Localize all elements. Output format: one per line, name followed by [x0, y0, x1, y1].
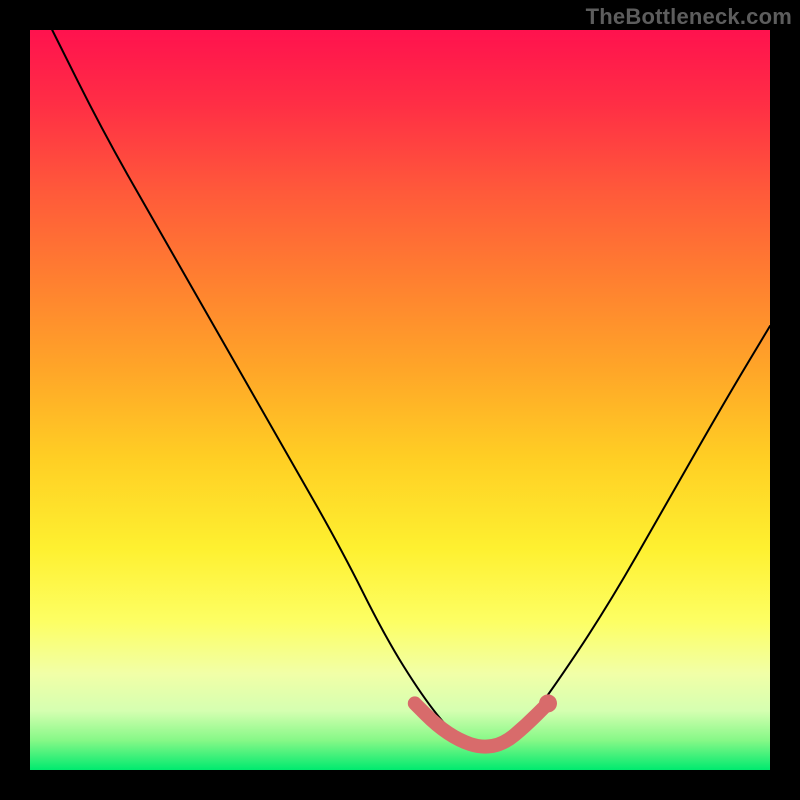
optimal-zone-end-dot	[539, 694, 557, 712]
optimal-zone-highlight	[415, 703, 548, 746]
plot-area	[30, 30, 770, 770]
bottleneck-curve	[52, 30, 770, 748]
curve-layer	[30, 30, 770, 770]
watermark-text: TheBottleneck.com	[586, 4, 792, 30]
chart-frame: TheBottleneck.com	[0, 0, 800, 800]
